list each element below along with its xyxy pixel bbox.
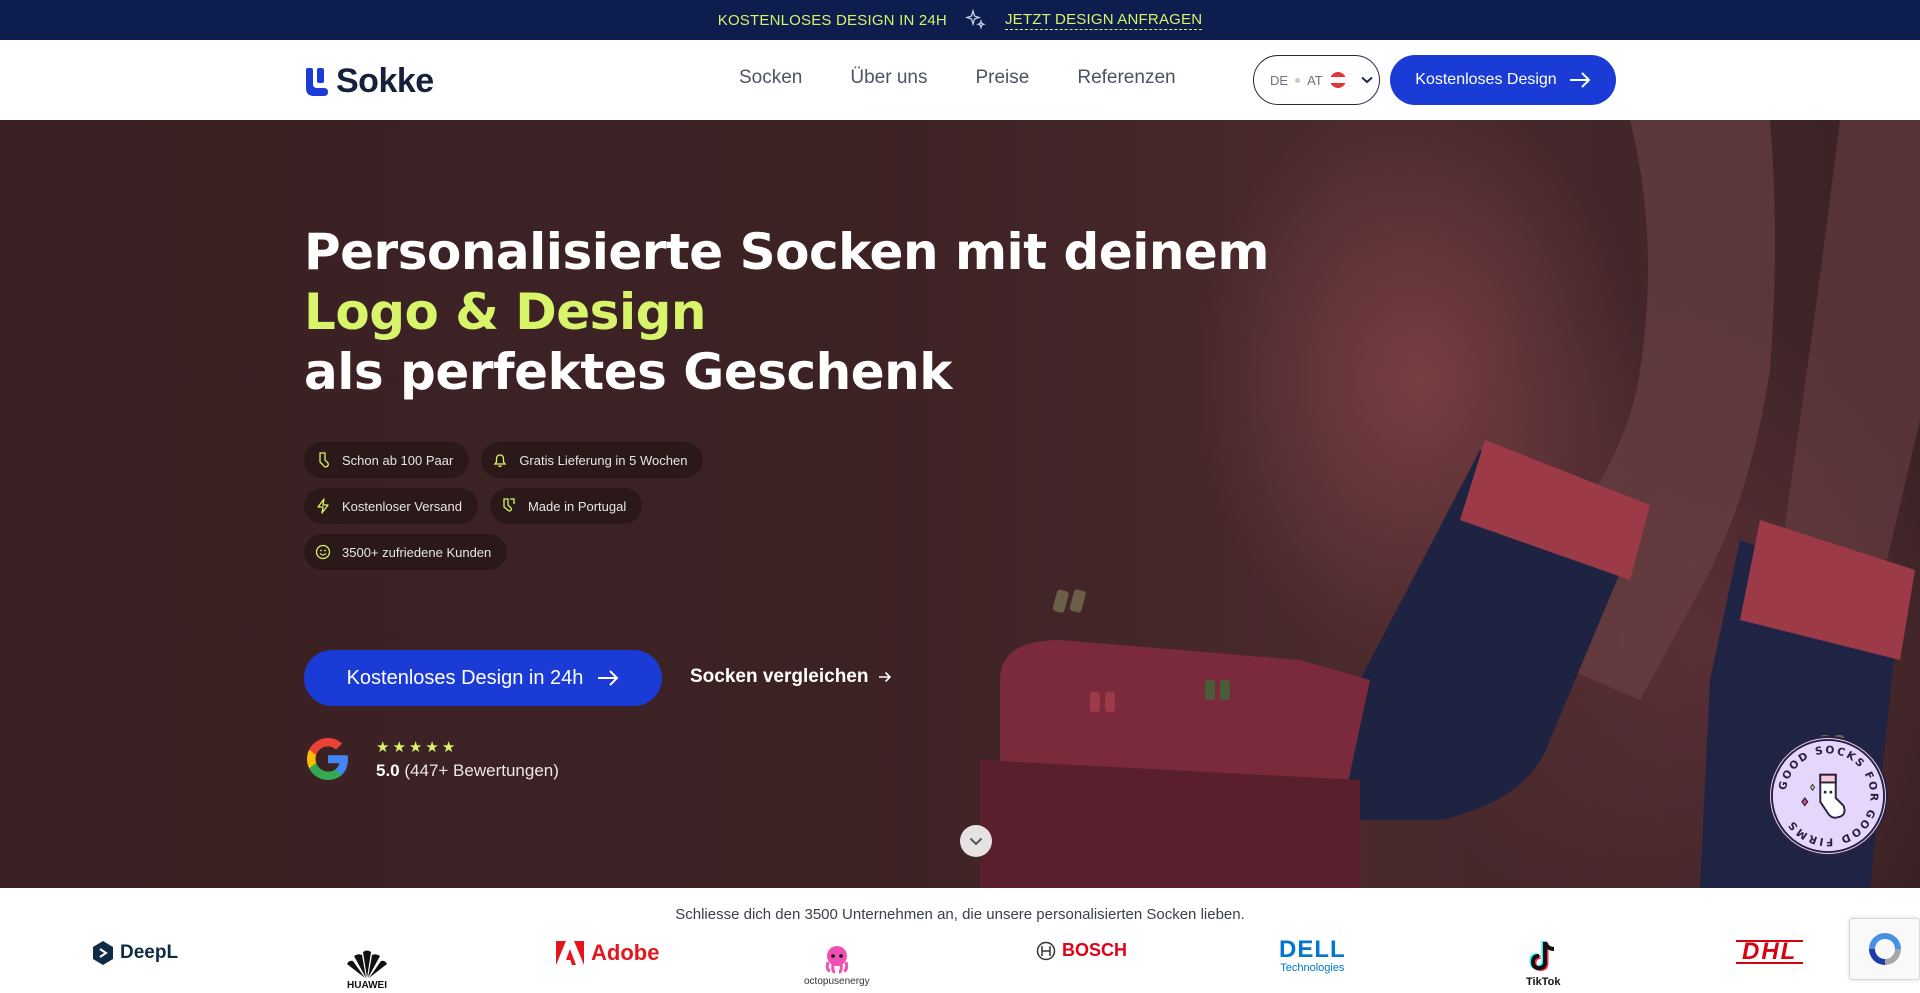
rating-text: 5.0 (447+ Bewertungen) bbox=[376, 761, 559, 781]
announcement-text: KOSTENLOSES DESIGN IN 24H bbox=[717, 11, 947, 29]
rating-score: 5.0 bbox=[376, 761, 400, 780]
chevron-down-icon bbox=[969, 837, 983, 845]
octopus-text: octopusenergy bbox=[804, 976, 870, 987]
badge-made-in-portugal: Made in Portugal bbox=[489, 488, 643, 524]
smiley-icon bbox=[314, 543, 332, 561]
compare-socks-label: Socken vergleichen bbox=[690, 666, 869, 687]
star-icon: ★ bbox=[376, 739, 390, 756]
compare-socks-link[interactable]: Socken vergleichen bbox=[690, 666, 892, 688]
nav-referenzen[interactable]: Referenzen bbox=[1077, 67, 1175, 89]
bosch-mark-icon bbox=[1036, 941, 1056, 960]
deepl-mark-icon bbox=[93, 941, 113, 965]
recaptcha-badge[interactable] bbox=[1849, 918, 1920, 980]
logo-text: Sokke bbox=[336, 62, 434, 100]
huawei-text: HUAWEI bbox=[347, 980, 387, 991]
feature-badges: Schon ab 100 Paar Gratis Lieferung in 5 … bbox=[304, 442, 784, 580]
dell-technologies-text: Technologies bbox=[1280, 962, 1345, 974]
nav-ueber-uns[interactable]: Über uns bbox=[850, 67, 927, 89]
dhl-text: DHL bbox=[1736, 940, 1804, 964]
austria-flag-icon bbox=[1329, 72, 1346, 88]
hero-section: Personalisierte Socken mit deinem Logo &… bbox=[0, 120, 1920, 888]
free-design-label: Kostenloses Design bbox=[1415, 71, 1557, 88]
logo-adobe: Adobe bbox=[555, 940, 659, 966]
nav-socken[interactable]: Socken bbox=[739, 67, 802, 89]
good-socks-seal[interactable]: GOOD SOCKS FOR GOOD FIRMS bbox=[1768, 736, 1888, 856]
arrow-right-icon bbox=[598, 670, 619, 686]
tiktok-mark-icon bbox=[1529, 941, 1555, 972]
logo[interactable]: Sokke bbox=[304, 62, 434, 101]
google-logo-icon bbox=[307, 738, 348, 780]
badge-free-delivery-label: Gratis Lieferung in 5 Wochen bbox=[519, 452, 688, 468]
arrow-right-icon bbox=[1569, 72, 1591, 88]
deepl-text: DeepL bbox=[120, 942, 179, 963]
site-header: Sokke Socken Über uns Preise Referenzen … bbox=[0, 40, 1920, 120]
client-logos-band: Schliesse dich den 3500 Unternehmen an, … bbox=[0, 888, 1920, 993]
logo-tiktok: TikTok bbox=[1526, 940, 1560, 988]
hero-free-design-button[interactable]: Kostenloses Design in 24h bbox=[304, 650, 662, 706]
badge-customers-label: 3500+ zufriedene Kunden bbox=[342, 544, 492, 560]
badge-customers: 3500+ zufriedene Kunden bbox=[304, 534, 508, 570]
adobe-text: Adobe bbox=[591, 940, 660, 965]
badge-min-order-label: Schon ab 100 Paar bbox=[342, 452, 454, 468]
recaptcha-icon bbox=[1868, 933, 1901, 965]
lang-de: DE bbox=[1270, 72, 1289, 88]
badge-free-shipping: Kostenloser Versand bbox=[304, 488, 478, 524]
badge-free-shipping-label: Kostenloser Versand bbox=[342, 498, 462, 514]
hero-title-line1: Personalisierte Socken mit deinem bbox=[304, 223, 1269, 281]
star-icon: ★ bbox=[408, 739, 423, 756]
logo-mark-icon bbox=[306, 67, 328, 96]
logo-deepl: DeepL bbox=[92, 940, 178, 966]
sparkle-icon bbox=[964, 9, 987, 31]
star-icon: ★ bbox=[441, 739, 456, 756]
dell-text: DELL bbox=[1279, 936, 1346, 963]
separator-dot bbox=[1295, 77, 1301, 83]
bosch-text: BOSCH bbox=[1062, 940, 1128, 960]
language-selector[interactable]: DE AT bbox=[1253, 55, 1380, 105]
huawei-mark-icon bbox=[347, 950, 387, 978]
hero-title-line2: Logo & Design bbox=[304, 283, 706, 341]
sock-icon bbox=[314, 451, 332, 469]
star-icon: ★ bbox=[425, 739, 439, 756]
lang-at: AT bbox=[1307, 72, 1323, 88]
octopus-icon bbox=[825, 946, 848, 974]
star-icon: ★ bbox=[392, 739, 406, 756]
tiktok-text: TikTok bbox=[1526, 976, 1561, 988]
lightning-icon bbox=[314, 497, 332, 515]
logo-huawei: HUAWEI bbox=[344, 948, 390, 991]
clients-intro-text: Schliesse dich den 3500 Unternehmen an, … bbox=[675, 906, 1245, 923]
bell-icon bbox=[491, 451, 509, 469]
free-design-button[interactable]: Kostenloses Design bbox=[1390, 55, 1616, 105]
arrow-right-small-icon bbox=[879, 671, 892, 683]
hero-title: Personalisierte Socken mit deinem Logo &… bbox=[304, 222, 1269, 402]
adobe-mark-icon bbox=[556, 941, 584, 965]
hero-cta-label: Kostenloses Design in 24h bbox=[346, 666, 584, 689]
badge-made-in-portugal-label: Made in Portugal bbox=[527, 498, 627, 514]
announcement-bar: KOSTENLOSES DESIGN IN 24H JETZT DESIGN A… bbox=[0, 0, 1920, 40]
socks-pair-icon bbox=[500, 497, 518, 515]
logo-octopus-energy: octopusenergy bbox=[804, 944, 870, 987]
star-rating: ★ ★ ★ ★ ★ bbox=[376, 738, 455, 756]
announcement-link[interactable]: JETZT DESIGN ANFRAGEN bbox=[1004, 11, 1203, 30]
logo-dell: DELL Technologies bbox=[1279, 936, 1346, 975]
badge-min-order: Schon ab 100 Paar bbox=[304, 442, 470, 478]
scroll-down-button[interactable] bbox=[960, 825, 992, 857]
chevron-down-icon bbox=[1361, 76, 1373, 84]
hero-title-line3: als perfektes Geschenk bbox=[304, 343, 953, 401]
badge-free-delivery: Gratis Lieferung in 5 Wochen bbox=[481, 442, 704, 478]
rating-count: (447+ Bewertungen) bbox=[404, 761, 559, 780]
logo-bosch: BOSCH bbox=[1036, 940, 1127, 961]
logo-dhl: DHL bbox=[1736, 940, 1804, 964]
main-nav: Socken Über uns Preise Referenzen bbox=[739, 67, 1176, 89]
nav-preise[interactable]: Preise bbox=[975, 67, 1029, 89]
